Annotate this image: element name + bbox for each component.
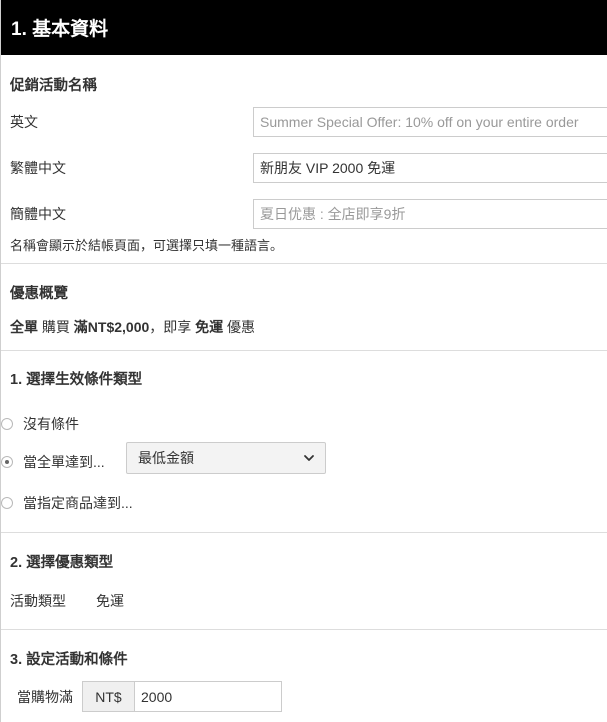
promotion-form: 1. 基本資料 促銷活動名稱 英文 繁體中文 簡體中文 名稱會顯示於結帳頁面，可… <box>0 0 607 722</box>
offer-summary-section: 優惠概覽 全單 購買 滿NT$2,000，即享 免運 優惠 <box>1 264 607 351</box>
summary-connector: ，即享 <box>149 319 192 335</box>
summary-scope: 全單 <box>10 319 38 335</box>
condition-select-value: 最低金額 <box>138 450 194 466</box>
name-input-simplified-chinese[interactable] <box>253 199 607 229</box>
name-input-english[interactable] <box>253 107 607 137</box>
condition-type-title: 1. 選擇生效條件類型 <box>10 372 143 388</box>
activity-settings-section: 3. 設定活動和條件 當購物滿 NT$ <box>1 630 607 722</box>
name-hint-text: 名稱會顯示於結帳頁面，可選擇只填一種語言。 <box>10 238 284 253</box>
currency-addon: NT$ <box>82 681 135 712</box>
name-row-simplified-chinese: 簡體中文 <box>10 199 607 229</box>
condition-option-product-label: 當指定商品達到... <box>23 495 133 511</box>
section-header-title: 1. 基本資料 <box>11 19 109 40</box>
promotion-name-section: 促銷活動名稱 英文 繁體中文 簡體中文 名稱會顯示於結帳頁面，可選擇只填一種語言… <box>1 55 607 264</box>
threshold-label: 當購物滿 <box>17 688 73 705</box>
summary-benefit: 免運 <box>195 319 224 335</box>
discount-type-section: 2. 選擇優惠類型 活動類型 免運 <box>1 533 607 630</box>
activity-type-row: 活動類型 免運 <box>10 591 124 611</box>
name-row-english: 英文 <box>10 107 607 137</box>
condition-option-order-total[interactable]: 當全單達到... <box>1 452 105 472</box>
offer-summary-title: 優惠概覽 <box>10 286 68 302</box>
activity-type-value: 免運 <box>96 593 124 609</box>
activity-settings-title: 3. 設定活動和條件 <box>10 652 128 668</box>
offer-summary-text: 全單 購買 滿NT$2,000，即享 免運 優惠 <box>10 317 255 337</box>
condition-option-none[interactable]: 沒有條件 <box>1 414 79 434</box>
section-header: 1. 基本資料 <box>1 0 607 55</box>
summary-threshold: 滿NT$2,000 <box>73 319 150 335</box>
name-label-traditional-chinese: 繁體中文 <box>10 160 66 176</box>
name-row-english <box>10 55 607 85</box>
threshold-row: 當購物滿 NT$ <box>17 681 282 712</box>
condition-select[interactable]: 最低金額 <box>126 442 326 474</box>
name-input-traditional-chinese[interactable] <box>253 153 607 183</box>
radio-order-total[interactable] <box>1 456 13 468</box>
radio-product[interactable] <box>1 497 13 509</box>
condition-option-product[interactable]: 當指定商品達到... <box>1 493 133 513</box>
name-label-english: 英文 <box>10 114 38 130</box>
condition-type-section: 1. 選擇生效條件類型 沒有條件 當全單達到... 最低金額 當指定商品達到..… <box>1 351 607 533</box>
condition-option-order-total-label: 當全單達到... <box>23 454 105 470</box>
name-label-simplified-chinese: 簡體中文 <box>10 206 66 222</box>
threshold-amount-input[interactable] <box>135 681 282 712</box>
summary-verb: 購買 <box>41 319 70 335</box>
name-row-traditional-chinese: 繁體中文 <box>10 153 607 183</box>
radio-none[interactable] <box>1 418 13 430</box>
summary-suffix: 優惠 <box>227 319 256 335</box>
discount-type-title: 2. 選擇優惠類型 <box>10 555 114 571</box>
condition-option-none-label: 沒有條件 <box>23 416 79 432</box>
activity-type-label: 活動類型 <box>10 593 66 609</box>
chevron-down-icon <box>304 455 314 461</box>
